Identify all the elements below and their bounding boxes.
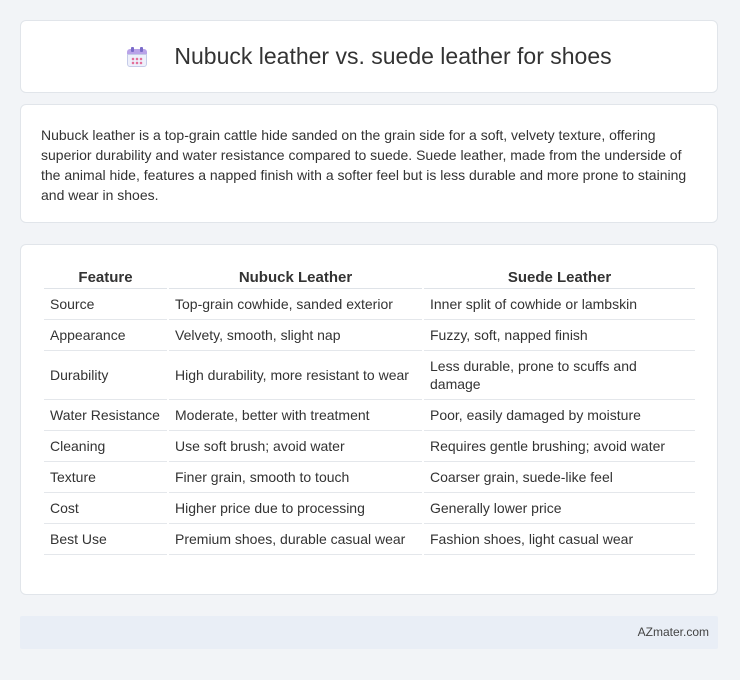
column-header-feature: Feature bbox=[44, 265, 167, 289]
cell-nubuck: Moderate, better with treatment bbox=[169, 400, 422, 431]
cell-nubuck: Finer grain, smooth to touch bbox=[169, 462, 422, 493]
calendar-icon bbox=[126, 46, 148, 68]
table-row: Texture Finer grain, smooth to touch Coars… bbox=[44, 462, 695, 493]
summary-text: Nubuck leather is a top-grain cattle hid… bbox=[41, 127, 687, 203]
table-row: Durability High durability, more resistan… bbox=[44, 351, 695, 400]
column-header-nubuck: Nubuck Leather bbox=[169, 265, 422, 289]
table-row: Water Resistance Moderate, better with tr… bbox=[44, 400, 695, 431]
cell-nubuck: Velvety, smooth, slight nap bbox=[169, 320, 422, 351]
table-row: Cleaning Use soft brush; avoid water Requi… bbox=[44, 431, 695, 462]
cell-nubuck: Premium shoes, durable casual wear bbox=[169, 524, 422, 555]
comparison-table-card: Feature Nubuck Leather Suede Leather Sou… bbox=[20, 244, 718, 595]
cell-nubuck: Top-grain cowhide, sanded exterior bbox=[169, 289, 422, 320]
table-header-row: Feature Nubuck Leather Suede Leather bbox=[44, 265, 695, 289]
cell-suede: Requires gentle brushing; avoid water bbox=[424, 431, 695, 462]
footer: AZmater.com bbox=[20, 616, 718, 649]
comparison-table: Feature Nubuck Leather Suede Leather Sou… bbox=[42, 265, 697, 555]
table-row: Appearance Velvety, smooth, slight nap Fuz… bbox=[44, 320, 695, 351]
cell-feature: Texture bbox=[44, 462, 167, 493]
cell-nubuck: Use soft brush; avoid water bbox=[169, 431, 422, 462]
page-title: Nubuck leather vs. suede leather for sho… bbox=[174, 43, 612, 69]
title-card: Nubuck leather vs. suede leather for sho… bbox=[20, 20, 718, 93]
cell-suede: Inner split of cowhide or lambskin bbox=[424, 289, 695, 320]
cell-feature: Cost bbox=[44, 493, 167, 524]
cell-feature: Source bbox=[44, 289, 167, 320]
cell-nubuck: High durability, more resistant to wear bbox=[169, 351, 422, 400]
footer-brand: AZmater.com bbox=[637, 625, 709, 639]
cell-feature: Durability bbox=[44, 351, 167, 400]
cell-feature: Water Resistance bbox=[44, 400, 167, 431]
cell-feature: Best Use bbox=[44, 524, 167, 555]
cell-suede: Less durable, prone to scuffs and damage bbox=[424, 351, 695, 400]
cell-suede: Poor, easily damaged by moisture bbox=[424, 400, 695, 431]
summary-card: Nubuck leather is a top-grain cattle hid… bbox=[20, 104, 718, 223]
cell-suede: Generally lower price bbox=[424, 493, 695, 524]
column-header-suede: Suede Leather bbox=[424, 265, 695, 289]
cell-suede: Coarser grain, suede-like feel bbox=[424, 462, 695, 493]
table-row: Best Use Premium shoes, durable casual we… bbox=[44, 524, 695, 555]
cell-feature: Appearance bbox=[44, 320, 167, 351]
cell-nubuck: Higher price due to processing bbox=[169, 493, 422, 524]
cell-feature: Cleaning bbox=[44, 431, 167, 462]
table-row: Source Top-grain cowhide, sanded exterior… bbox=[44, 289, 695, 320]
cell-suede: Fashion shoes, light casual wear bbox=[424, 524, 695, 555]
table-row: Cost Higher price due to processing Genera… bbox=[44, 493, 695, 524]
cell-suede: Fuzzy, soft, napped finish bbox=[424, 320, 695, 351]
